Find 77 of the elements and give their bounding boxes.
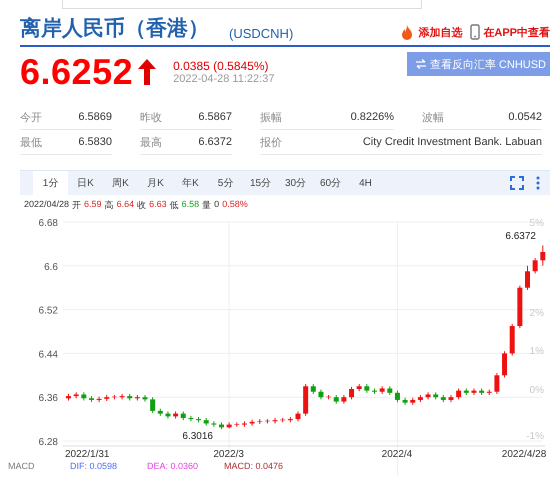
period-tab[interactable]: 1分 [33,171,68,195]
candlestick [456,388,462,400]
x-axis-label: 2022/4/28 [502,449,546,460]
period-tab[interactable]: 年K [173,171,208,195]
period-tab[interactable]: 日K [68,171,103,195]
macd-value: DEA: 0.0360 [147,461,198,471]
stat-label: 今开 [20,110,42,124]
candlestick [394,390,400,403]
x-axis-label: 2022/3 [213,449,244,460]
y-axis-label: 6.6 [44,262,58,273]
bar-field-value: 6.58 [182,199,200,211]
stat-label: 最低 [20,136,42,150]
high-price-label: 6.6372 [505,231,536,242]
up-arrow-icon [137,58,158,86]
stat-value: 6.5869 [78,111,112,123]
price: 6.6252 [20,51,134,93]
y-axis-label: 6.68 [38,218,58,229]
candlestick [540,244,546,266]
price-change: 0.0385 (0.5845%) [173,59,270,73]
action-link[interactable]: 在APP中查看 [483,24,550,40]
candlestick [502,350,508,378]
bar-field-value: 6.64 [116,199,134,211]
low-price-label: 6.3016 [182,431,213,442]
bar-field-label: 开 [72,199,82,212]
candlestick [494,372,500,394]
bar-field-label: 收 [137,199,146,212]
fullscreen-icon[interactable] [510,176,524,190]
stat-label: 最高 [140,136,162,150]
period-tab[interactable]: 30分 [278,171,313,195]
action-link[interactable]: 添加自选 [418,24,462,40]
x-axis-label: 2022/1/31 [65,449,110,460]
candlestick [532,258,538,274]
macd-value: MACD: 0.0476 [224,461,284,471]
timestamp: 2022-04-28 11:22:37 [173,73,274,85]
period-tab[interactable]: 5分 [208,171,243,195]
macd-value: DIF: 0.0598 [70,461,118,471]
candlestick [525,265,530,290]
stat-label: 昨收 [140,110,162,124]
bar-field-label: 量 [202,199,212,212]
y-axis-label: 6.52 [38,306,58,317]
stat-label: 波幅 [422,110,444,124]
period-tab[interactable]: 周K [103,171,138,195]
bar-date: 2022/04/28 [24,199,70,211]
stat-value: 6.6372 [198,136,232,148]
candlestick [318,389,324,400]
candlestick [349,386,354,400]
stat-label: 振幅 [260,110,282,124]
period-tab[interactable]: 月K [138,171,173,195]
candlestick [296,410,300,422]
bar-field-label: 高 [104,199,114,212]
stat-value: 6.5830 [78,136,112,148]
search-field[interactable] [62,0,422,9]
more-icon[interactable] [536,176,540,190]
bar-field-value: 0 [214,199,220,211]
stat-value: 0.8226% [350,111,394,123]
swap-icon [414,58,427,68]
stat-value: City Credit Investment Bank. Labuan [362,136,542,148]
period-tab[interactable]: 15分 [243,171,278,195]
period-tab[interactable]: 60分 [313,171,348,195]
stat-value: 6.5867 [198,111,232,123]
page-title: 离岸人民币（香港） [20,16,209,42]
macd-label: MACD [8,461,34,471]
x-axis-label: 2022/4 [382,449,412,460]
candlestick [310,384,316,394]
bar-field-value: 0.58% [222,199,248,211]
bar-field-label: 低 [170,199,179,212]
candlestick [150,396,156,414]
bar-field-value: 6.63 [149,199,167,211]
stat-label: 报价 [260,136,282,150]
y-axis-label: 6.36 [38,393,58,404]
phone-icon [470,24,480,40]
bar-field-value: 6.59 [84,199,102,211]
y-axis-label: 6.44 [38,349,58,360]
y-axis-label: 6.28 [38,437,58,448]
period-tab[interactable]: 4H [348,171,383,195]
stat-value: 0.0542 [508,111,542,123]
symbol-code: (USDCNH) [229,26,294,43]
